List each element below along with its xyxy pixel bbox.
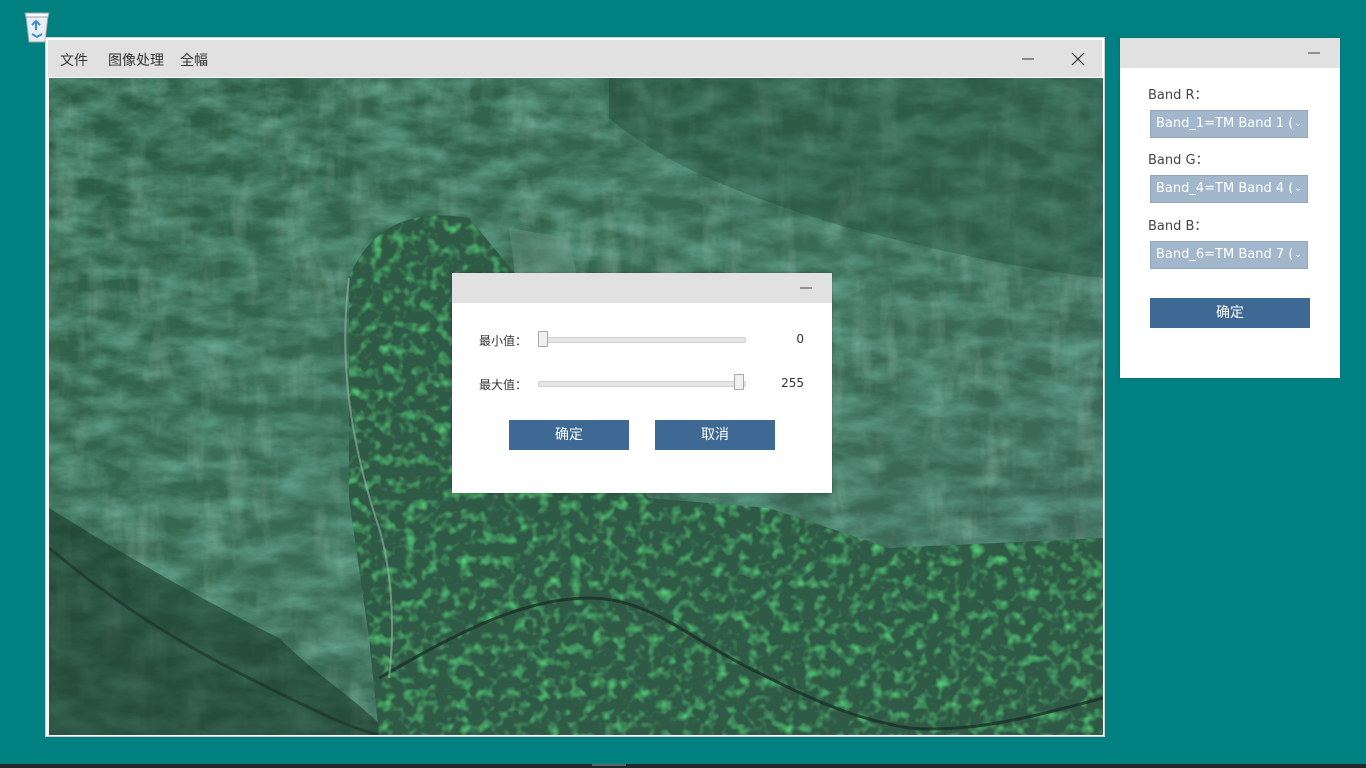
- stretch-ok-button[interactable]: 确定: [509, 420, 629, 450]
- chevron-down-icon: ⌄: [1292, 242, 1304, 268]
- band-g-value: Band_4=TM Band 4 (: [1156, 181, 1294, 196]
- stretch-dialog: 最小值： 0 最大值： 255 确定 取消: [452, 273, 832, 493]
- min-slider-thumb[interactable]: [538, 331, 548, 347]
- menu-full-extent[interactable]: 全幅: [180, 50, 208, 70]
- band-panel: Band R： Band_1=TM Band 1 ( ⌄ Band G： Ban…: [1120, 38, 1340, 378]
- band-r-value: Band_1=TM Band 1 (: [1156, 116, 1294, 131]
- band-g-label: Band G：: [1148, 153, 1209, 168]
- max-value-display: 255: [781, 376, 804, 390]
- minimize-icon: [1022, 58, 1034, 60]
- menu-image-processing[interactable]: 图像处理: [108, 50, 164, 70]
- band-g-select[interactable]: Band_4=TM Band 4 ( ⌄: [1150, 175, 1308, 203]
- minimize-icon[interactable]: [798, 281, 814, 295]
- max-slider-thumb[interactable]: [734, 374, 744, 390]
- max-value-label: 最大值：: [479, 378, 528, 392]
- minimize-button[interactable]: [1013, 45, 1043, 73]
- stretch-cancel-button[interactable]: 取消: [655, 420, 775, 450]
- max-slider-track[interactable]: [538, 381, 746, 387]
- band-ok-button[interactable]: 确定: [1150, 298, 1310, 328]
- min-value-label: 最小值：: [479, 334, 528, 348]
- menu-file[interactable]: 文件: [60, 50, 88, 70]
- band-r-select[interactable]: Band_1=TM Band 1 ( ⌄: [1150, 110, 1308, 138]
- min-slider-track[interactable]: [538, 337, 746, 343]
- stretch-dialog-titlebar[interactable]: [452, 273, 832, 303]
- close-icon: [1071, 52, 1085, 66]
- band-b-select[interactable]: Band_6=TM Band 7 ( ⌄: [1150, 241, 1308, 269]
- band-b-value: Band_6=TM Band 7 (: [1156, 247, 1294, 262]
- band-panel-titlebar[interactable]: [1120, 38, 1340, 68]
- taskbar-indicator: [592, 764, 626, 766]
- taskbar: [0, 764, 1366, 768]
- chevron-down-icon: ⌄: [1292, 176, 1304, 202]
- chevron-down-icon: ⌄: [1292, 111, 1304, 137]
- minimize-icon[interactable]: [1306, 46, 1322, 60]
- close-button[interactable]: [1063, 45, 1093, 73]
- band-r-label: Band R：: [1148, 88, 1208, 103]
- min-value-display: 0: [796, 332, 804, 346]
- band-b-label: Band B：: [1148, 219, 1208, 234]
- main-titlebar[interactable]: 文件 图像处理 全幅: [48, 40, 1102, 77]
